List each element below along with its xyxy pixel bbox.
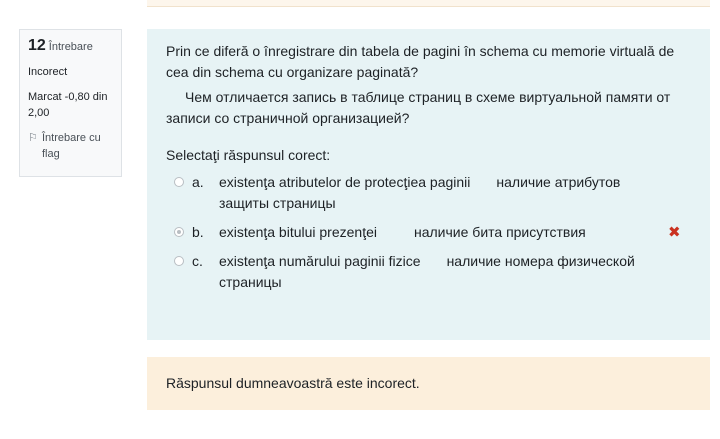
question-number: 12 [28,37,46,54]
previous-feedback-strip [147,0,710,7]
answer-option-b[interactable]: b. existenţa bitului prezenţei наличие би… [166,222,690,243]
answer-text-ro-b: existenţa bitului prezenţei [219,224,377,240]
question-state: Incorect [28,66,68,78]
question-formulation: Prin ce diferă o înregistrare din tabela… [147,29,710,340]
answer-text-ro-c: existenţa numărului paginii fizice [219,253,421,269]
answer-feedback: Răspunsul dumneavoastră este incorect. [147,357,710,410]
answer-option-c[interactable]: c. existenţa numărului paginii fizice нал… [166,251,690,293]
answer-text-ro-a: existenţa atributelor de protecţiea pagi… [219,174,471,190]
answer-letter-b: b. [192,224,204,240]
question-text-ro: Prin ce diferă o înregistrare din tabela… [166,43,675,80]
flag-label: Întrebare cu flag [42,132,101,160]
question-grade: Marcat -0,80 din 2,00 [28,91,108,119]
answer-radio-c[interactable] [174,256,184,266]
answer-radio-b[interactable] [174,227,184,237]
answer-text-b: existenţa bitului prezenţei наличие бита … [219,222,639,243]
answer-text-ru-b: наличие бита присутствия [414,224,586,240]
question-number-line: 12 Întrebare [28,38,113,55]
answer-radio-a[interactable] [174,177,184,187]
flag-icon: ⚐ [28,132,38,144]
flag-question-button[interactable]: ⚐ Întrebare cu flag [28,130,113,162]
answer-text-a: existenţa atributelor de protecţiea pagi… [219,172,639,214]
question-info: 12 Întrebare Incorect Marcat -0,80 din 2,… [19,29,122,177]
answer-letter-a: a. [192,174,204,190]
question-number-label: Întrebare [48,41,93,53]
answer-letter-c: c. [192,253,203,269]
answer-prompt: Selectaţi răspunsul corect: [166,147,331,163]
incorrect-icon: ✖ [668,224,681,241]
answer-option-a[interactable]: a. existenţa atributelor de protecţiea p… [166,172,690,214]
answer-text-c: existenţa numărului paginii fizice наличи… [219,251,639,293]
feedback-text: Răspunsul dumneavoastră este incorect. [166,375,420,391]
question-text-ru: Чем отличается запись в таблице страниц … [166,89,671,126]
